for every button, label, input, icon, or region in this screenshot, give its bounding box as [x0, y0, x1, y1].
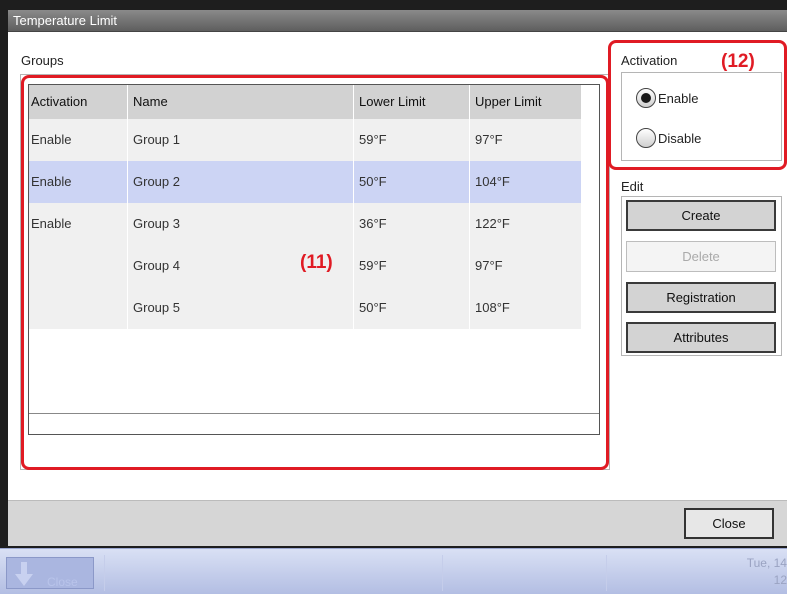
taskbar-close-button[interactable]: Close — [6, 557, 94, 589]
delete-button[interactable]: Delete — [626, 241, 776, 272]
annotation-label-12: (12) — [721, 51, 755, 72]
app-window: Temperature Limit Groups Activation Name… — [0, 0, 787, 548]
window-title: Temperature Limit — [13, 13, 118, 28]
taskbar-separator — [442, 555, 443, 591]
annotation-box-activation — [608, 40, 787, 170]
temperature-limit-dialog: Groups Activation Name Lower Limit Upper… — [8, 32, 787, 546]
taskbar: Close Tue, 14/0 12:0 — [0, 548, 787, 594]
attributes-button[interactable]: Attributes — [626, 322, 776, 353]
edit-label: Edit — [621, 179, 644, 194]
taskbar-time: 12:0 — [773, 573, 787, 587]
taskbar-separator — [104, 555, 105, 591]
annotation-label-11: (11) — [300, 252, 333, 273]
dialog-footer — [8, 500, 787, 546]
taskbar-close-label: Close — [47, 575, 78, 589]
down-arrow-icon — [15, 562, 33, 586]
taskbar-date: Tue, 14/0 — [746, 556, 787, 570]
window-titlebar: Temperature Limit — [8, 10, 787, 32]
taskbar-separator — [606, 555, 607, 591]
close-button[interactable]: Close — [684, 508, 774, 539]
create-button[interactable]: Create — [626, 200, 776, 231]
registration-button[interactable]: Registration — [626, 282, 776, 313]
taskbar-datetime: Tue, 14/0 12:0 — [747, 555, 787, 589]
groups-label: Groups — [21, 53, 64, 68]
